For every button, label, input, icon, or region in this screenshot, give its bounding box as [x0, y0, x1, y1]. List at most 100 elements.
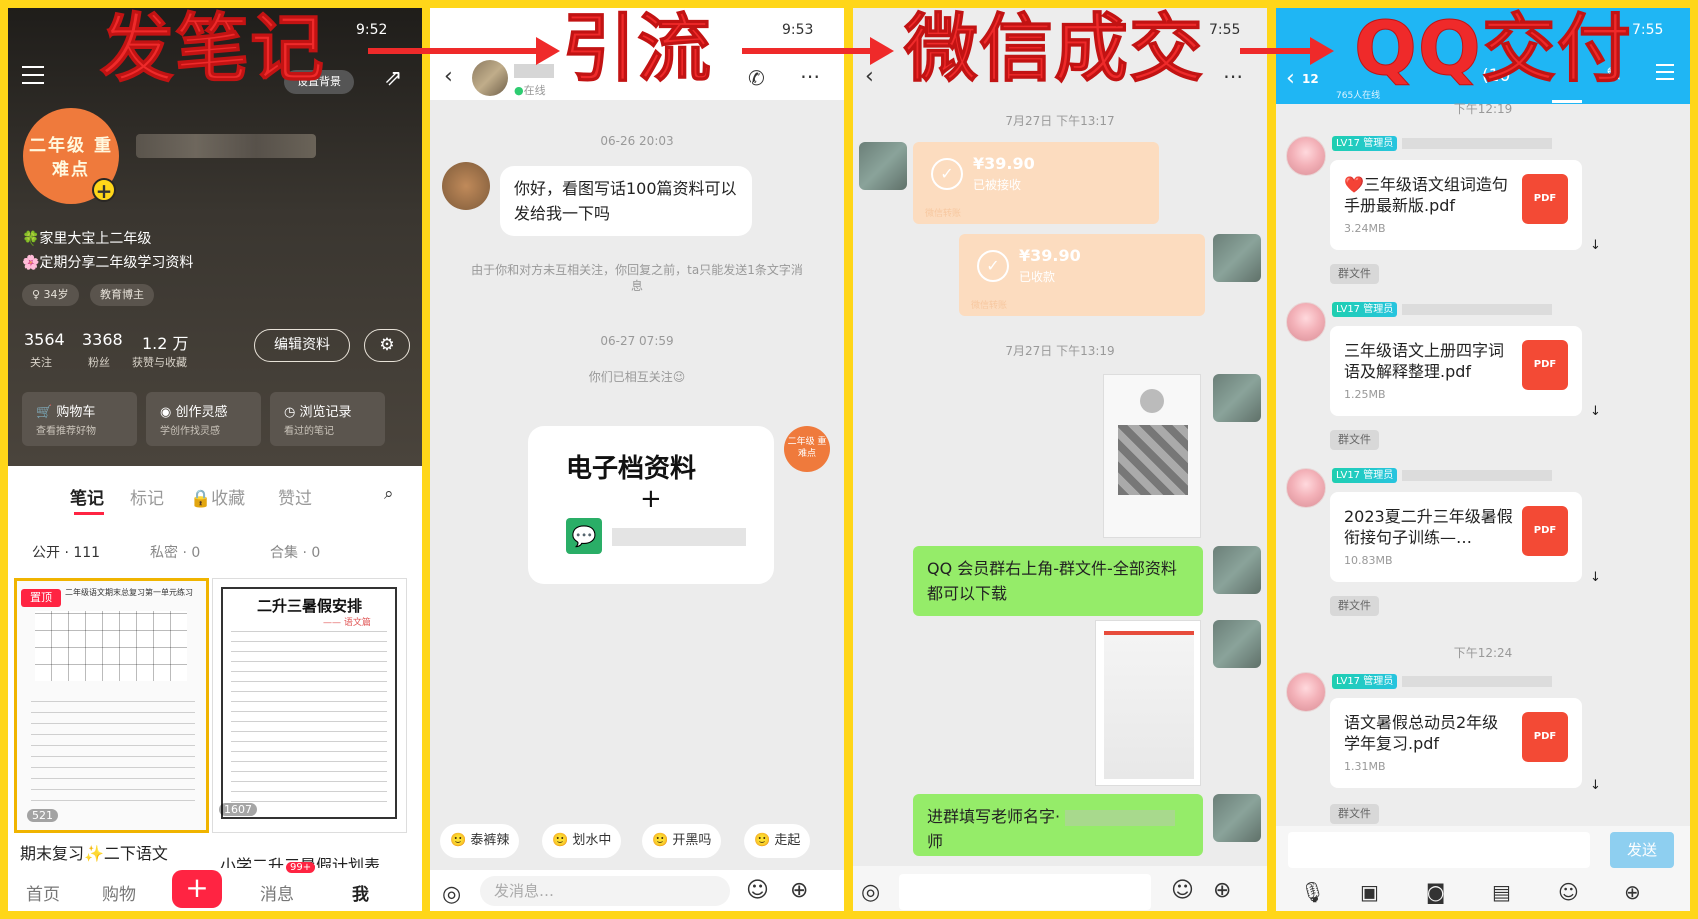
following-count[interactable]: 3564 — [24, 330, 65, 349]
my-avatar[interactable] — [1213, 234, 1261, 282]
tab-notes[interactable]: 笔记 — [70, 484, 104, 509]
transfer-card-received[interactable]: ✓ ¥39.90 已被接收 微信转账 — [913, 142, 1159, 224]
camera-icon[interactable]: ◙ — [1426, 880, 1445, 904]
emoji-icon[interactable]: ☺ — [1558, 880, 1579, 904]
sender-avatar[interactable] — [1286, 672, 1326, 712]
back-icon[interactable]: ‹ — [444, 64, 453, 89]
step2-title: 引流 — [562, 6, 712, 92]
search-icon[interactable]: ⌕ — [384, 484, 394, 504]
qr-code-blurred — [1118, 425, 1188, 495]
post-button[interactable]: + — [172, 870, 222, 908]
share-icon[interactable]: ⇗ — [384, 66, 402, 91]
emoji-icon[interactable]: ☺ — [746, 878, 769, 903]
flyer-image-message[interactable] — [1095, 620, 1201, 786]
sender-avatar[interactable] — [1286, 468, 1326, 508]
file-card[interactable]: 三年级语文上册四字词语及解释整理.pdf 1.25MB PDF — [1330, 326, 1582, 416]
tab-liked[interactable]: 赞过 — [278, 484, 312, 509]
nav-me[interactable]: 我 — [352, 880, 369, 905]
message-input[interactable] — [899, 874, 1151, 910]
timestamp: 06-26 20:03 — [600, 134, 674, 148]
contact-avatar[interactable] — [859, 142, 907, 190]
menu-icon[interactable] — [1656, 64, 1674, 80]
group-file-tag[interactable]: 群文件 — [1330, 430, 1379, 450]
nav-shop[interactable]: 购物 — [102, 880, 136, 905]
worksheet-grid — [35, 611, 187, 681]
my-avatar[interactable] — [1213, 620, 1261, 668]
note-thumb-1[interactable]: 置顶 二年级语文期末总复习第一单元练习 521 — [14, 578, 209, 833]
subtab-collection[interactable]: 合集 · 0 — [270, 542, 320, 562]
emoji-icon[interactable]: ☺ — [1171, 878, 1194, 903]
input-bar: ◎ ☺ ⊕ — [853, 866, 1267, 911]
tab-marks[interactable]: 标记 — [130, 484, 164, 509]
add-icon[interactable]: ⊕ — [1213, 878, 1231, 903]
file-card[interactable]: ❤️三年级语文组词造句手册最新版.pdf 3.24MB PDF — [1330, 160, 1582, 250]
my-avatar[interactable]: 二年级 重难点 — [784, 426, 830, 472]
followers-count[interactable]: 3368 — [82, 330, 123, 349]
tab-collect[interactable]: 🔒收藏 — [190, 484, 245, 509]
group-file-tag[interactable]: 群文件 — [1330, 596, 1379, 616]
photo-icon[interactable]: ▣ — [1360, 880, 1379, 904]
send-button[interactable]: 发送 — [1610, 832, 1674, 868]
subtab-public[interactable]: 公开 · 111 — [32, 542, 100, 562]
add-icon[interactable]: ⊕ — [1624, 880, 1641, 904]
nav-home[interactable]: 首页 — [26, 880, 60, 905]
edit-profile-button[interactable]: 编辑资料 — [254, 329, 350, 362]
note-title-1[interactable]: 期末复习✨二下语文 — [20, 840, 168, 864]
group-file-tag[interactable]: 群文件 — [1330, 264, 1379, 284]
menu-icon[interactable] — [22, 66, 44, 84]
group-file-tag[interactable]: 群文件 — [1330, 804, 1379, 824]
quick-reply-chip[interactable]: 🙂 泰裤辣 — [440, 824, 520, 858]
worksheet-text-lines — [231, 631, 387, 811]
arrow-icon — [368, 37, 560, 65]
quick-reply-chip[interactable]: 🙂 走起 — [744, 824, 811, 858]
add-icon[interactable]: + — [92, 178, 116, 202]
quick-reply-chip[interactable]: 🙂 开黑吗 — [642, 824, 722, 858]
status-time: 9:53 — [782, 22, 814, 38]
image-message-card[interactable]: 电子档资料 + 💬 — [528, 426, 774, 584]
view-count: 521 — [27, 809, 58, 822]
my-avatar[interactable] — [1213, 794, 1261, 842]
qr-image-message[interactable] — [1103, 374, 1201, 538]
phone-icon[interactable]: ✆ — [748, 66, 765, 90]
back-icon[interactable]: ‹ — [865, 64, 874, 89]
message-bubble: 进群填写老师名字· 师 — [913, 794, 1203, 856]
message-input[interactable]: 发消息… — [480, 876, 730, 906]
download-icon[interactable]: ↓ — [1590, 404, 1601, 419]
history-card[interactable]: ◷ 浏览记录 看过的笔记 — [270, 392, 385, 446]
download-icon[interactable]: ↓ — [1590, 778, 1601, 793]
likes-label: 获赞与收藏 — [132, 356, 187, 369]
message-input[interactable] — [1288, 832, 1590, 868]
back-icon[interactable]: ‹ — [1286, 66, 1295, 91]
more-icon[interactable]: ⋯ — [1223, 64, 1243, 88]
step4-title: QQ交付 — [1354, 6, 1632, 92]
note-thumb-2[interactable]: 二升三暑假安排 —— 语文篇 1607 — [212, 578, 407, 833]
sender-avatar[interactable] — [1286, 302, 1326, 342]
inspiration-card[interactable]: ◉ 创作灵感 学创作找灵感 — [146, 392, 261, 446]
shopping-cart-card[interactable]: 🛒 购物车 查看推荐好物 — [22, 392, 137, 446]
file-card[interactable]: 语文暑假总动员2年级学年复习.pdf 1.31MB PDF — [1330, 698, 1582, 788]
voice-icon[interactable]: ◎ — [442, 882, 461, 907]
transfer-status: 已收款 — [1019, 270, 1056, 284]
quick-reply-chip[interactable]: 🙂 划水中 — [542, 824, 622, 858]
more-icon[interactable]: ⋯ — [800, 64, 820, 88]
nav-messages[interactable]: 消息 — [260, 880, 294, 905]
file-card[interactable]: 2023夏二升三年级暑假衔接句子训练—… 10.83MB PDF — [1330, 492, 1582, 582]
contact-avatar[interactable] — [442, 162, 490, 210]
my-avatar[interactable] — [1213, 546, 1261, 594]
subtab-private[interactable]: 私密 · 0 — [150, 542, 200, 562]
my-avatar[interactable] — [1213, 374, 1261, 422]
download-icon[interactable]: ↓ — [1590, 570, 1601, 585]
contact-avatar[interactable] — [472, 60, 508, 96]
mic-icon[interactable]: 🎙 — [1300, 880, 1325, 904]
username-blurred — [136, 134, 316, 158]
voice-icon[interactable]: ◎ — [861, 880, 880, 905]
red-packet-icon[interactable]: ▤ — [1492, 880, 1511, 904]
add-icon[interactable]: ⊕ — [790, 878, 808, 903]
qq-group-panel: 7:55 ‹ 12 765人在线 (10 ✎ 下午12:19 LV17 管理员 … — [1276, 8, 1690, 911]
transfer-card-collected[interactable]: ✓ ¥39.90 已收款 微信转账 — [959, 234, 1205, 316]
settings-gear-icon[interactable]: ⚙ — [364, 329, 410, 362]
likes-count[interactable]: 1.2 万 — [142, 330, 189, 354]
download-icon[interactable]: ↓ — [1590, 238, 1601, 253]
sender-avatar[interactable] — [1286, 136, 1326, 176]
card-subtitle: 看过的笔记 — [284, 426, 334, 437]
